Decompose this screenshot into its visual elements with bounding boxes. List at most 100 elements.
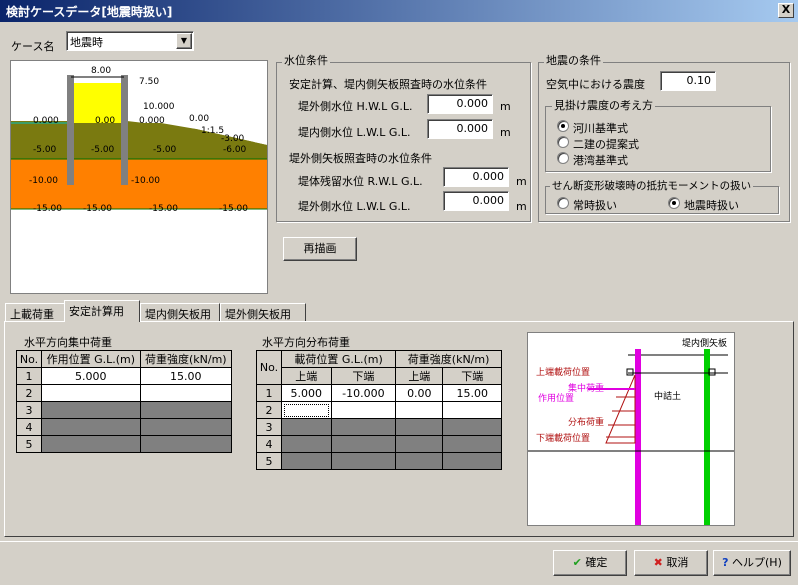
- conc-table: No. 作用位置 G.L.(m) 荷重強度(kN/m) 1 5.000 15.00 2 …: [16, 350, 233, 453]
- col-header: 下端: [330, 367, 397, 385]
- cell[interactable]: [139, 418, 233, 436]
- cell[interactable]: [395, 401, 444, 419]
- cell[interactable]: 15.00: [139, 367, 233, 385]
- cell[interactable]: -10.000: [330, 384, 397, 402]
- water-title: 水位条件: [282, 54, 330, 67]
- method-label: 河川基準式: [573, 122, 628, 135]
- table-row: 5: [256, 452, 502, 470]
- fig-label: 中詰土: [654, 390, 681, 402]
- window-title: 検討ケースデータ[地震時扱い]: [6, 5, 173, 19]
- cell[interactable]: [330, 401, 397, 419]
- dim-label: -3.00: [221, 134, 245, 144]
- radio-moment-normal[interactable]: [557, 197, 569, 209]
- unit-m: m: [500, 100, 511, 113]
- col-header: 上端: [281, 367, 332, 385]
- dim-label: 0.000: [139, 116, 165, 126]
- fig-label: 下端載荷位置: [536, 432, 590, 444]
- dist-table: No. 載荷位置 G.L.(m) 荷重強度(kN/m) 上端 下端 上端 下端 1 5.00…: [256, 350, 502, 470]
- hwl-input[interactable]: 0.000: [427, 94, 493, 114]
- radio-moment-quake[interactable]: [668, 197, 680, 209]
- unit-m: m: [500, 126, 511, 139]
- radio-method-port[interactable]: [557, 152, 569, 164]
- unit-m: m: [516, 175, 527, 188]
- cell[interactable]: [41, 384, 141, 402]
- dim-label: 0.000: [33, 116, 59, 126]
- hwl-label: 堤外側水位 H.W.L G.L.: [298, 100, 413, 113]
- case-select[interactable]: 地震時 ▼: [66, 31, 194, 51]
- section-preview: 8.00 7.50 10.000 0.00 0.000 0.000 0.00 1…: [10, 60, 268, 294]
- load-figure: 堤内側矢板 上端載荷位置 集中荷重 作用位置 分布荷重 下端載荷位置 中詰土: [527, 332, 735, 526]
- table-row: 1 5.000 15.00: [16, 367, 233, 385]
- quake-title: 地震の条件: [544, 54, 603, 67]
- dim-label: -15.00: [83, 204, 112, 214]
- moment-label: 地震時扱い: [684, 199, 739, 212]
- cell[interactable]: 5.000: [41, 367, 141, 385]
- col-header: 作用位置 G.L.(m): [41, 350, 141, 368]
- col-header: No.: [256, 350, 282, 385]
- case-value: 地震時: [70, 36, 103, 49]
- method-title: 見掛け震度の考え方: [552, 99, 655, 112]
- dim-label: -6.00: [223, 145, 247, 155]
- lwl-label: 堤内側水位 L.W.L G.L.: [298, 126, 411, 139]
- divider: [0, 541, 798, 542]
- moment-title: せん断変形破壊時の抵抗モーメントの扱い: [550, 180, 754, 192]
- case-label: ケース名: [11, 40, 55, 53]
- tab-outer-sheet[interactable]: 堤外側矢板用: [220, 303, 306, 322]
- table-row: 3: [16, 401, 233, 419]
- tab-inner-sheet[interactable]: 堤内側矢板用: [140, 303, 220, 322]
- cell[interactable]: [281, 401, 332, 419]
- cell[interactable]: [41, 401, 141, 419]
- fig-label: 堤内側矢板: [682, 337, 727, 349]
- help-button[interactable]: ? ヘルプ(H): [713, 550, 791, 576]
- dim-label: -5.00: [153, 145, 177, 155]
- chevron-down-icon[interactable]: ▼: [176, 33, 192, 49]
- water-sub1: 安定計算、堤内側矢板照査時の水位条件: [289, 78, 487, 91]
- lwl-input[interactable]: 0.000: [427, 119, 493, 139]
- cell[interactable]: [139, 435, 233, 453]
- dim-label: 10.000: [143, 102, 175, 112]
- table-row: 3: [256, 418, 502, 436]
- dim-label: -10.00: [29, 176, 58, 186]
- tab-stability[interactable]: 安定計算用: [64, 300, 140, 322]
- table-row: 2: [256, 401, 502, 419]
- conc-title: 水平方向集中荷重: [24, 336, 112, 349]
- col-header: 荷重強度(kN/m): [139, 350, 233, 368]
- cell[interactable]: [139, 384, 233, 402]
- cell[interactable]: 0.00: [395, 384, 444, 402]
- method-label: 二建の提案式: [573, 138, 639, 151]
- dim-label: -10.00: [131, 176, 160, 186]
- close-button[interactable]: X: [778, 3, 794, 18]
- rwl-label: 堤体残留水位 R.W.L G.L.: [298, 175, 423, 188]
- lwl2-label: 堤外側水位 L.W.L G.L.: [298, 200, 411, 213]
- fig-label: 分布荷重: [568, 416, 604, 428]
- dim-label: -5.00: [33, 145, 57, 155]
- help-icon: ?: [722, 556, 729, 569]
- cross-icon: ✖: [653, 556, 663, 569]
- cell[interactable]: [41, 435, 141, 453]
- radio-method-river[interactable]: [557, 120, 569, 132]
- air-input[interactable]: 0.10: [660, 71, 716, 91]
- cancel-button[interactable]: ✖ 取消: [634, 550, 708, 576]
- dim-label: -15.00: [33, 204, 62, 214]
- col-header: 上端: [395, 367, 444, 385]
- cell[interactable]: [442, 401, 502, 419]
- dim-label: -5.00: [91, 145, 115, 155]
- dim-label: 7.50: [139, 77, 159, 87]
- check-icon: ✔: [572, 556, 582, 569]
- water-sub2: 堤外側矢板照査時の水位条件: [289, 152, 432, 165]
- tab-surcharge[interactable]: 上載荷重: [5, 303, 66, 322]
- lwl2-input[interactable]: 0.000: [443, 191, 509, 211]
- radio-method-niken[interactable]: [557, 136, 569, 148]
- cell[interactable]: [139, 401, 233, 419]
- redraw-button[interactable]: 再描画: [283, 237, 357, 261]
- method-label: 港湾基準式: [573, 154, 628, 167]
- ok-button[interactable]: ✔ 確定: [553, 550, 627, 576]
- cell[interactable]: 5.000: [281, 384, 332, 402]
- section-drawing: 8.00 7.50 10.000 0.00 0.000 0.000 0.00 1…: [11, 66, 267, 214]
- cell[interactable]: 15.00: [442, 384, 502, 402]
- table-row: 2: [16, 384, 233, 402]
- rwl-input[interactable]: 0.000: [443, 167, 509, 187]
- cell[interactable]: [41, 418, 141, 436]
- dim-label: 8.00: [91, 66, 111, 76]
- load-diagram: 堤内側矢板 上端載荷位置 集中荷重 作用位置 分布荷重 下端載荷位置 中詰土: [528, 337, 734, 525]
